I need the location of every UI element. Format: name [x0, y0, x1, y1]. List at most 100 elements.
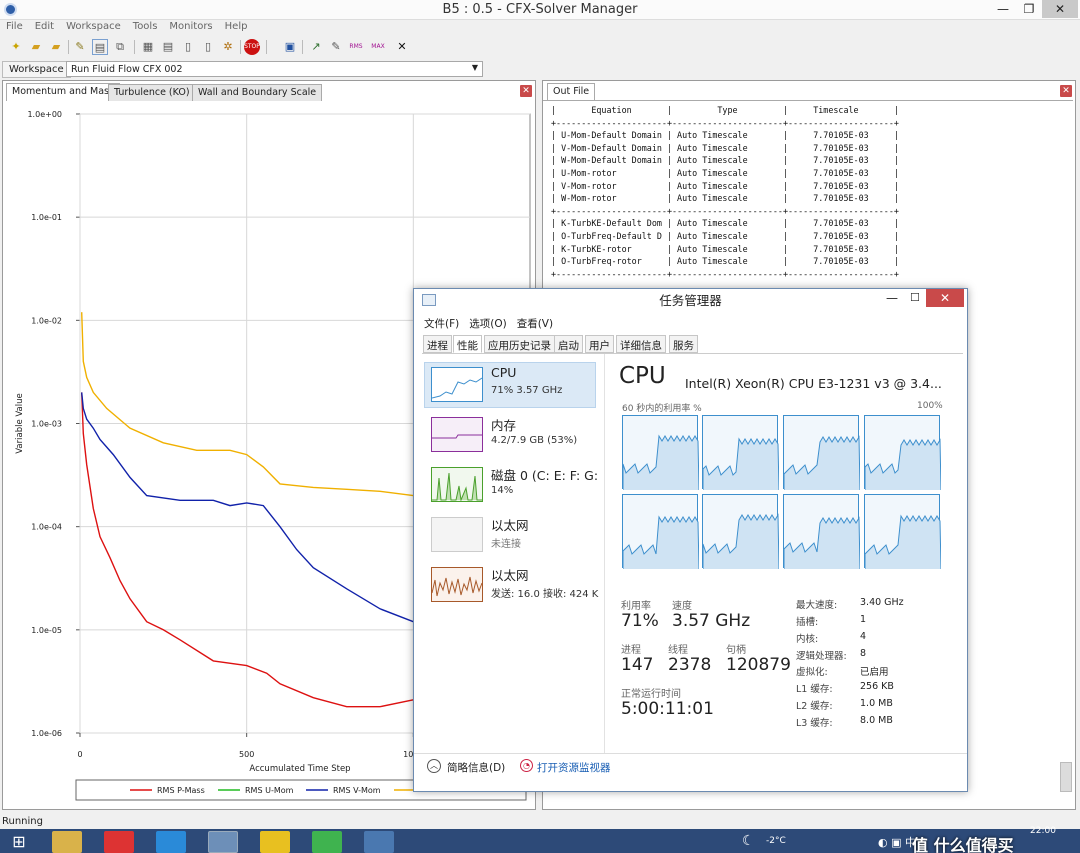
resource-item-memory[interactable]: 内存 4.2/7.9 GB (53%)	[431, 413, 599, 459]
maximize-button[interactable]: ❐	[1016, 0, 1042, 18]
graph-max: 100%	[917, 401, 943, 411]
fewer-details-link[interactable]: 简略信息(D)	[447, 760, 505, 775]
resource-item-disk[interactable]: 磁盘 0 (C: E: F: G: 14%	[431, 463, 599, 509]
ethernet-thumbnail	[431, 517, 483, 552]
chevron-up-icon[interactable]: ︿	[427, 759, 441, 773]
menu-help[interactable]: Help	[219, 20, 254, 33]
tm-menu-file[interactable]: 文件(F)	[424, 318, 459, 330]
x-tick-label: 0	[77, 750, 82, 759]
y-tick-label: 1.0e-03	[31, 420, 62, 429]
pages-icon[interactable]: ▯	[200, 39, 216, 55]
tm-menu-view[interactable]: 查看(V)	[517, 318, 553, 330]
resource-name: 磁盘 0 (C: E: F: G:	[491, 468, 599, 483]
layout-icon[interactable]: ▤	[92, 39, 108, 55]
minimize-button[interactable]: —	[990, 0, 1016, 18]
plot-icon[interactable]: ↗	[308, 39, 324, 55]
tm-minimize-button[interactable]: —	[886, 291, 898, 305]
ansys-icon[interactable]	[260, 831, 290, 853]
y-tick-label: 1.0e+00	[27, 110, 62, 119]
music-app-icon[interactable]	[104, 831, 134, 853]
explorer-icon[interactable]	[52, 831, 82, 853]
spec-key: 插槽:	[796, 617, 819, 628]
resource-name: CPU	[491, 365, 517, 380]
tm-tab-performance[interactable]: 性能	[453, 335, 482, 353]
rms-icon[interactable]: RMS	[348, 39, 364, 55]
menu-monitors[interactable]: Monitors	[163, 20, 218, 33]
report-icon[interactable]: ▤	[160, 39, 176, 55]
tm-tab-processes[interactable]: 进程	[423, 335, 452, 353]
tm-tab-users[interactable]: 用户	[585, 335, 614, 353]
menu-tools[interactable]: Tools	[127, 20, 164, 33]
menu-edit[interactable]: Edit	[29, 20, 60, 33]
tm-tab-details[interactable]: 详细信息	[616, 335, 666, 353]
page-icon[interactable]: ▯	[180, 39, 196, 55]
stop-icon[interactable]: STOP	[244, 39, 260, 55]
open-resource-monitor-link[interactable]: 打开资源监视器	[537, 760, 611, 775]
cfx-taskbar-icon[interactable]	[364, 831, 394, 853]
resource-item-ethernet-2[interactable]: 以太网 发送: 16.0 接收: 424 K	[431, 563, 599, 609]
taskbar: ⊞ ☾ -2°C ◐ ▣ 中 S 值 什么值得买 22:00	[0, 826, 1080, 853]
settings-icon[interactable]: ✲	[220, 39, 236, 55]
spec-key: L3 缓存:	[796, 718, 833, 729]
out-file-scrollbar[interactable]	[1060, 762, 1072, 792]
arrange-icon[interactable]: ⧉	[112, 39, 128, 55]
spec-key: L2 缓存:	[796, 701, 833, 712]
save-icon[interactable]: ▣	[282, 39, 298, 55]
edit-icon[interactable]: ✎	[72, 39, 88, 55]
menu-file[interactable]: File	[0, 20, 29, 33]
windows-start-icon[interactable]: ⊞	[4, 831, 34, 853]
cpu-core-graph	[783, 494, 861, 570]
tm-tab-startup[interactable]: 启动	[554, 335, 583, 353]
legend-label: RMS P-Mass	[157, 786, 205, 795]
open-results-icon[interactable]: ▰	[48, 39, 64, 55]
workspace-select[interactable]: Run Fluid Flow CFX 002 ▼	[66, 61, 483, 77]
tab-out-file[interactable]: Out File	[547, 83, 596, 101]
y-tick-label: 1.0e-01	[31, 213, 62, 222]
legend-label: RMS U-Mom	[245, 786, 294, 795]
spec-value: 1.0 MB	[860, 698, 893, 709]
close-window-button[interactable]: ✕	[1042, 0, 1078, 18]
graph-caption: 60 秒内的利用率 %	[622, 404, 702, 414]
cpu-core-graph	[864, 494, 942, 570]
weather-moon-icon: ☾	[742, 833, 755, 849]
tab-turbulence[interactable]: Turbulence (KO)	[108, 84, 196, 101]
tm-menu-options[interactable]: 选项(O)	[469, 318, 506, 330]
window-title: B5 : 0.5 - CFX-Solver Manager	[442, 2, 638, 17]
max-icon[interactable]: MAX	[370, 39, 386, 55]
tm-tab-services[interactable]: 服务	[669, 335, 698, 353]
x-axis-label: Accumulated Time Step	[249, 764, 350, 774]
tm-tab-app-history[interactable]: 应用历史记录	[484, 335, 555, 353]
watermark: 值 什么值得买	[912, 836, 1014, 853]
tab-momentum-mass[interactable]: Momentum and Mass	[6, 83, 120, 101]
task-manager-taskbar-icon[interactable]	[208, 831, 238, 853]
resource-sub: 4.2/7.9 GB (53%)	[491, 435, 578, 446]
open-folder-icon[interactable]: ▰	[28, 39, 44, 55]
tm-close-button[interactable]: ✕	[926, 289, 964, 307]
close-out-file-icon[interactable]: ✕	[1060, 85, 1072, 97]
ethernet-activity-thumbnail	[431, 567, 483, 602]
cpu-core-graph	[864, 415, 942, 491]
close-icon[interactable]: ✕	[394, 39, 410, 55]
resource-item-ethernet-1[interactable]: 以太网 未连接	[431, 513, 599, 559]
new-run-icon[interactable]: ✦	[8, 39, 24, 55]
wechat-icon[interactable]	[312, 831, 342, 853]
resource-name: 以太网	[491, 518, 529, 533]
spec-key: L1 缓存:	[796, 684, 833, 695]
thread-label: 线程	[668, 645, 688, 656]
cpu-model: Intel(R) Xeon(R) CPU E3-1231 v3 @ 3.4...	[685, 376, 942, 391]
browser-icon[interactable]	[156, 831, 186, 853]
cpu-core-graph	[783, 415, 861, 491]
memory-thumbnail	[431, 417, 483, 452]
resource-item-cpu[interactable]: CPU 71% 3.57 GHz	[424, 362, 596, 408]
toolbar-separator	[266, 40, 267, 54]
speed-label: 速度	[672, 601, 692, 612]
edit-plot-icon[interactable]: ✎	[328, 39, 344, 55]
monitor-icon[interactable]: ▦	[140, 39, 156, 55]
close-panel-icon[interactable]: ✕	[520, 85, 532, 97]
tab-wall-boundary[interactable]: Wall and Boundary Scale	[192, 84, 323, 101]
cpu-header: CPU	[619, 363, 666, 389]
tm-maximize-button[interactable]: ☐	[910, 291, 920, 304]
cpu-thumbnail	[431, 367, 483, 402]
menu-workspace[interactable]: Workspace	[60, 20, 127, 33]
toolbar-separator	[68, 40, 69, 54]
